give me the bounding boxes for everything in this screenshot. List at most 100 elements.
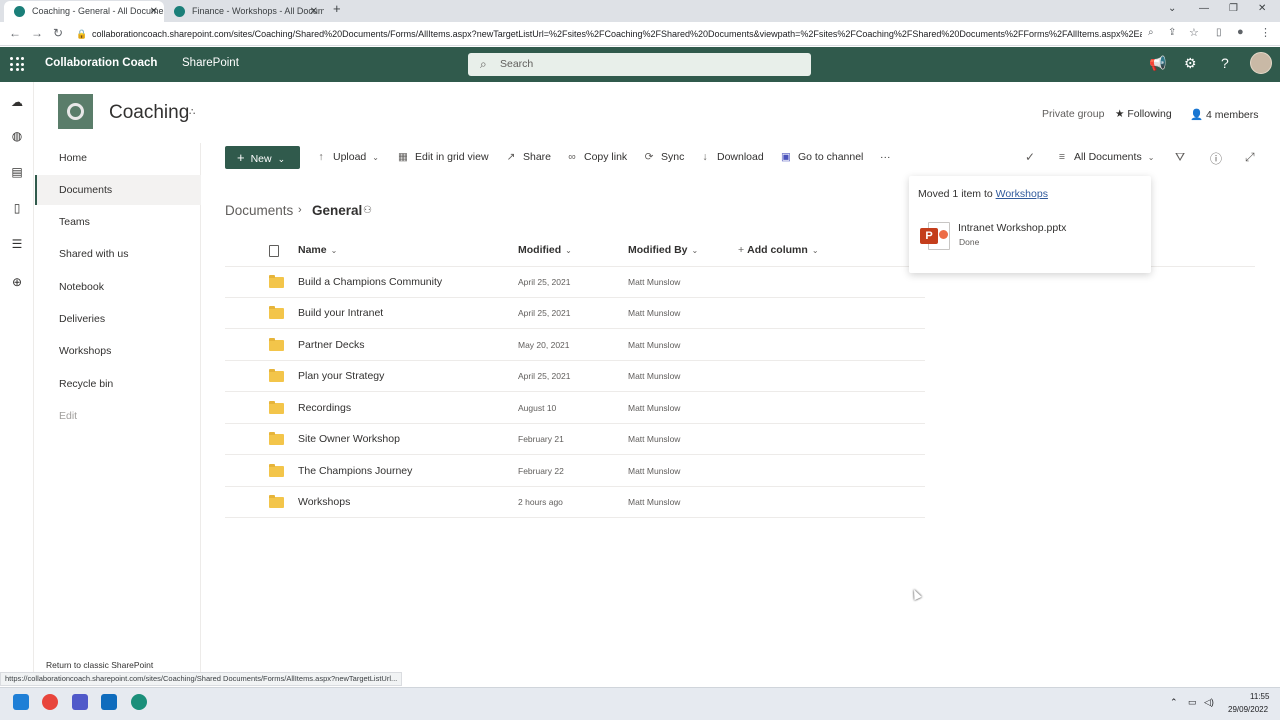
modified-by[interactable]: Matt Munslow bbox=[628, 497, 680, 507]
megaphone-icon[interactable]: 📢 bbox=[1149, 55, 1166, 72]
help-icon[interactable]: ? bbox=[1221, 55, 1229, 71]
share-page-icon[interactable]: ⇪ bbox=[1168, 27, 1176, 38]
new-button[interactable]: + New ⌄ bbox=[225, 146, 300, 169]
tab-search-icon[interactable]: ⌄ bbox=[1168, 3, 1176, 14]
nav-item-notebook[interactable]: Notebook bbox=[35, 272, 201, 302]
chrome-icon[interactable] bbox=[42, 694, 58, 710]
modified-by[interactable]: Matt Munslow bbox=[628, 466, 680, 476]
file-name[interactable]: Workshops bbox=[298, 496, 350, 508]
expand-icon[interactable]: ⤢ bbox=[1245, 150, 1255, 165]
close-window-icon[interactable]: ✕ bbox=[1258, 3, 1266, 14]
zoom-icon[interactable]: ⌕ bbox=[1148, 27, 1154, 38]
return-to-classic-link[interactable]: Return to classic SharePoint bbox=[46, 660, 153, 670]
back-icon[interactable]: ← bbox=[9, 26, 21, 40]
column-header-modified-by[interactable]: Modified By ⌄ bbox=[628, 244, 698, 256]
file-name[interactable]: Build a Champions Community bbox=[298, 276, 442, 288]
table-row[interactable]: Recordings August 10 Matt Munslow bbox=[225, 393, 925, 424]
column-header-name[interactable]: Name ⌄ bbox=[298, 244, 337, 256]
share-button[interactable]: ↗ Share bbox=[505, 151, 551, 163]
info-icon[interactable]: ⓘ bbox=[1210, 150, 1222, 167]
create-icon[interactable]: ⊕ bbox=[9, 274, 25, 290]
modified-by[interactable]: Matt Munslow bbox=[628, 434, 680, 444]
outlook-icon[interactable] bbox=[101, 694, 117, 710]
modified-by[interactable]: Matt Munslow bbox=[628, 403, 680, 413]
table-row[interactable]: Build your Intranet April 25, 2021 Matt … bbox=[225, 298, 925, 329]
bookmark-star-icon[interactable]: ☆ bbox=[1189, 26, 1199, 39]
toast-destination-link[interactable]: Workshops bbox=[996, 188, 1048, 200]
table-row[interactable]: Site Owner Workshop February 21 Matt Mun… bbox=[225, 424, 925, 455]
close-tab-icon[interactable]: ✕ bbox=[150, 1, 158, 22]
file-name[interactable]: Build your Intranet bbox=[298, 307, 383, 319]
checkmark-icon[interactable]: ✓ bbox=[1025, 150, 1035, 164]
teams-app-icon[interactable] bbox=[72, 694, 88, 710]
new-tab-icon[interactable]: + bbox=[333, 1, 341, 16]
globe-icon[interactable]: ◍ bbox=[9, 128, 25, 144]
file-name[interactable]: Recordings bbox=[298, 402, 351, 414]
upload-button[interactable]: ↑ Upload ⌄ bbox=[315, 151, 379, 163]
toast-file-name[interactable]: Intranet Workshop.pptx bbox=[958, 222, 1066, 234]
table-row[interactable]: Workshops 2 hours ago Matt Munslow bbox=[225, 487, 925, 518]
browser-menu-icon[interactable]: ⋮ bbox=[1260, 26, 1271, 39]
modified-by[interactable]: Matt Munslow bbox=[628, 371, 680, 381]
app-launcher-icon[interactable] bbox=[10, 57, 24, 71]
minimize-icon[interactable]: — bbox=[1199, 3, 1209, 14]
download-button[interactable]: ↓ Download bbox=[699, 151, 763, 163]
modified-by[interactable]: Matt Munslow bbox=[628, 340, 680, 350]
profile-icon[interactable]: ● bbox=[1237, 26, 1244, 38]
file-type-header-icon[interactable] bbox=[269, 245, 279, 257]
clock-date[interactable]: 29/09/2022 bbox=[1228, 705, 1268, 714]
search-input[interactable]: ⌕ Search bbox=[468, 53, 811, 76]
filter-icon[interactable]: ⛛ bbox=[1175, 150, 1185, 165]
news-icon[interactable]: ▤ bbox=[9, 164, 25, 180]
windows-start-icon[interactable] bbox=[13, 694, 29, 710]
following-button[interactable]: ★ Following bbox=[1115, 108, 1172, 120]
nav-item-documents[interactable]: Documents bbox=[35, 175, 201, 205]
home-sites-icon[interactable]: ☁ bbox=[9, 94, 25, 110]
avatar[interactable] bbox=[1250, 52, 1272, 74]
nav-item-deliveries[interactable]: Deliveries bbox=[35, 304, 201, 334]
browser-tab-coaching[interactable]: Coaching - General - All Docume ✕ bbox=[4, 1, 164, 22]
nav-item-shared-with-us[interactable]: Shared with us bbox=[35, 239, 201, 269]
volume-icon[interactable]: ◁) bbox=[1204, 697, 1214, 708]
chevron-up-icon[interactable]: ⌃ bbox=[1170, 697, 1178, 708]
lists-icon[interactable]: ☰ bbox=[9, 236, 25, 252]
clock-time[interactable]: 11:55 bbox=[1250, 692, 1269, 701]
reload-icon[interactable]: ↻ bbox=[53, 26, 63, 40]
table-row[interactable]: Partner Decks May 20, 2021 Matt Munslow bbox=[225, 330, 925, 361]
url-field[interactable]: 🔒 collaborationcoach.sharepoint.com/sites… bbox=[76, 25, 1142, 43]
restore-icon[interactable]: ❐ bbox=[1229, 3, 1238, 14]
table-row[interactable]: Build a Champions Community April 25, 20… bbox=[225, 267, 925, 298]
breadcrumb-documents[interactable]: Documents bbox=[225, 203, 293, 218]
modified-by[interactable]: Matt Munslow bbox=[628, 308, 680, 318]
file-icon[interactable]: ▯ bbox=[9, 200, 25, 216]
breadcrumb-general[interactable]: General bbox=[312, 203, 362, 218]
file-name[interactable]: Site Owner Workshop bbox=[298, 433, 400, 445]
go-to-channel-button[interactable]: ▣ Go to channel bbox=[780, 151, 863, 163]
edit-grid-button[interactable]: ▦ Edit in grid view bbox=[397, 151, 489, 163]
close-tab-icon[interactable]: ✕ bbox=[310, 1, 318, 22]
nav-item-recycle-bin[interactable]: Recycle bin bbox=[35, 369, 201, 399]
network-icon[interactable]: ▭ bbox=[1188, 697, 1197, 708]
settings-gear-icon[interactable]: ⚙ bbox=[1184, 55, 1197, 72]
browser-tab-finance[interactable]: Finance - Workshops - All Docum ✕ bbox=[164, 1, 324, 22]
add-column-button[interactable]: + Add column ⌄ bbox=[738, 244, 819, 256]
view-selector[interactable]: ≡ All Documents ⌄ bbox=[1056, 151, 1154, 163]
nav-edit-link[interactable]: Edit bbox=[35, 401, 201, 431]
table-row[interactable]: The Champions Journey February 22 Matt M… bbox=[225, 456, 925, 487]
file-name[interactable]: Plan your Strategy bbox=[298, 370, 384, 382]
org-name[interactable]: Collaboration Coach bbox=[45, 57, 157, 69]
nav-item-workshops[interactable]: Workshops bbox=[35, 336, 201, 366]
sync-button[interactable]: ⟳ Sync bbox=[643, 151, 685, 163]
edge-icon[interactable] bbox=[131, 694, 147, 710]
nav-item-home[interactable]: Home bbox=[35, 143, 201, 173]
people-icon[interactable]: ⚇ bbox=[363, 205, 372, 216]
nav-item-teams[interactable]: Teams bbox=[35, 207, 201, 237]
copy-link-button[interactable]: ∞ Copy link bbox=[566, 151, 627, 163]
file-name[interactable]: Partner Decks bbox=[298, 339, 365, 351]
column-header-modified[interactable]: Modified ⌄ bbox=[518, 244, 572, 256]
file-name[interactable]: The Champions Journey bbox=[298, 465, 412, 477]
table-row[interactable]: Plan your Strategy April 25, 2021 Matt M… bbox=[225, 361, 925, 392]
site-logo[interactable] bbox=[58, 94, 93, 129]
site-title[interactable]: Coaching bbox=[109, 102, 189, 124]
forward-icon[interactable]: → bbox=[31, 26, 43, 40]
